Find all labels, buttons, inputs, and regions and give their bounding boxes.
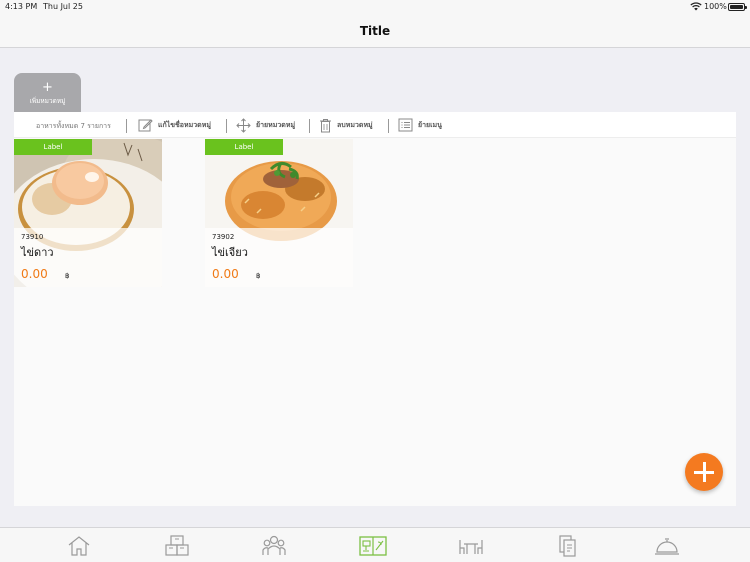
toolbar-divider — [388, 119, 389, 133]
move-menu-label: ย้ายเมนู — [418, 120, 442, 129]
delete-category-button[interactable]: ลบหมวดหมู่ — [319, 117, 373, 133]
move-menu-button[interactable]: ย้ายเมนู — [398, 117, 442, 133]
boxes-icon[interactable] — [164, 534, 190, 558]
currency-symbol: ฿ — [65, 272, 70, 280]
status-date: Thu Jul 25 — [43, 2, 83, 11]
move-category-label: ย้ายหมวดหมู่ — [256, 120, 296, 129]
add-category-button[interactable]: + เพิ่มหมวดหมู่ — [14, 73, 81, 113]
menu-book-icon[interactable] — [359, 534, 387, 558]
home-icon[interactable] — [66, 534, 92, 558]
menu-item-card[interactable]: Label 73902 ไข่เจียว 0.00 ฿ — [205, 139, 353, 287]
bottom-tab-bar — [0, 527, 750, 562]
category-toolbar: อาหารทั้งหมด 7 รายการ แก้ไขชื่อหมวดหมู่ … — [14, 112, 736, 138]
tables-icon[interactable] — [458, 534, 484, 558]
add-category-label: เพิ่มหมวดหมู่ — [29, 97, 66, 105]
toolbar-divider — [309, 119, 310, 133]
battery-percent: 100% — [704, 2, 727, 11]
plus-icon: + — [42, 80, 53, 95]
item-price: 0.00 — [21, 267, 48, 281]
item-name: ไข่ดาว — [21, 246, 54, 259]
menu-item-card[interactable]: Label 73910 ไข่ดาว 0.00 ฿ — [14, 139, 162, 287]
toolbar-divider — [126, 119, 127, 133]
item-label-badge: Label — [14, 139, 92, 155]
menu-content-panel: อาหารทั้งหมด 7 รายการ แก้ไขชื่อหมวดหมู่ … — [14, 112, 736, 506]
battery-icon — [728, 3, 747, 11]
status-time: 4:13 PM — [5, 2, 38, 11]
toolbar-divider — [226, 119, 227, 133]
edit-category-label: แก้ไขชื่อหมวดหมู่ — [158, 120, 211, 129]
people-icon[interactable] — [261, 534, 287, 558]
edit-icon — [138, 118, 153, 133]
currency-symbol: ฿ — [256, 272, 261, 280]
receipts-icon[interactable] — [556, 534, 582, 558]
list-icon — [398, 118, 413, 132]
item-price: 0.00 — [212, 267, 239, 281]
item-label-badge: Label — [205, 139, 283, 155]
page-title: Title — [359, 24, 391, 38]
move-arrows-icon — [236, 117, 251, 133]
trash-icon — [319, 118, 332, 133]
service-bell-icon[interactable] — [653, 534, 679, 558]
add-menu-item-button[interactable] — [685, 453, 723, 491]
edit-category-button[interactable]: แก้ไขชื่อหมวดหมู่ — [138, 117, 211, 133]
move-category-button[interactable]: ย้ายหมวดหมู่ — [236, 117, 295, 133]
item-code: 73910 — [21, 233, 44, 241]
navigation-bar: Title — [0, 14, 750, 48]
item-code: 73902 — [212, 233, 235, 241]
status-bar: 4:13 PM Thu Jul 25 100% — [0, 0, 750, 14]
delete-category-label: ลบหมวดหมู่ — [337, 120, 373, 129]
item-name: ไข่เจียว — [212, 246, 248, 259]
item-count-label: อาหารทั้งหมด 7 รายการ — [36, 122, 111, 130]
wifi-icon — [690, 2, 702, 13]
